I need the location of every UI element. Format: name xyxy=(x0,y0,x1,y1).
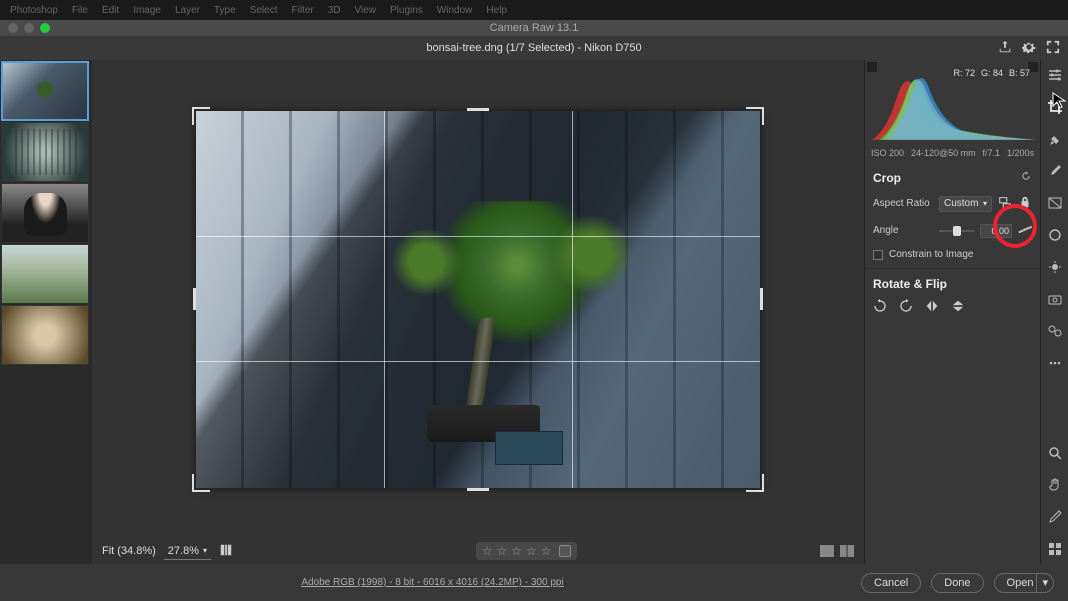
canvas-footer: Fit (34.8%) 27.8%▾ ☆ ☆ ☆ ☆ ☆ xyxy=(92,538,864,564)
flip-vertical-icon[interactable] xyxy=(951,299,965,318)
zoom-tool-icon[interactable] xyxy=(1046,444,1064,462)
color-label-picker[interactable] xyxy=(559,545,571,557)
histo-b: B: 57 xyxy=(1009,68,1030,78)
crop-handle-right[interactable] xyxy=(760,288,763,310)
exif-shutter: 1/200s xyxy=(1007,148,1034,158)
dialog-footer: Adobe RGB (1998) - 8 bit - 6016 x 4016 (… xyxy=(0,564,1068,601)
crop-handle-top[interactable] xyxy=(467,108,489,111)
exif-iso: ISO 200 xyxy=(871,148,904,158)
exif-bar: ISO 200 24-120@50 mm f/7.1 1/200s xyxy=(865,144,1040,162)
crop-handle-bottom[interactable] xyxy=(467,488,489,491)
canvas-view[interactable] xyxy=(92,60,864,538)
aspect-ratio-select[interactable]: Custom▾ xyxy=(939,196,992,212)
photo-preview xyxy=(196,111,760,488)
canvas-area: Fit (34.8%) 27.8%▾ ☆ ☆ ☆ ☆ ☆ xyxy=(92,60,864,564)
rotate-cw-icon[interactable] xyxy=(899,299,913,318)
angle-input[interactable] xyxy=(980,224,1012,238)
thumbnail-5[interactable] xyxy=(1,305,89,365)
rotateflip-title: Rotate & Flip xyxy=(873,277,947,291)
window-title-text: Camera Raw 13.1 xyxy=(490,22,579,34)
grid-toggle-icon[interactable] xyxy=(219,543,233,560)
lock-aspect-icon[interactable] xyxy=(1018,195,1032,212)
thumbnail-4[interactable] xyxy=(1,244,89,304)
fullscreen-window-button[interactable] xyxy=(40,23,50,33)
star-4[interactable]: ☆ xyxy=(526,544,537,558)
thumbnail-1[interactable] xyxy=(1,61,89,121)
document-bar: bonsai-tree.dng (1/7 Selected) - Nikon D… xyxy=(0,36,1068,60)
window-titlebar: Camera Raw 13.1 xyxy=(0,20,1068,36)
heal-tool-icon[interactable] xyxy=(1046,130,1064,148)
view-single-icon[interactable] xyxy=(820,545,834,557)
angle-label: Angle xyxy=(873,225,933,236)
zoom-dropdown[interactable]: 27.8%▾ xyxy=(164,543,211,560)
gradient-tool-icon[interactable] xyxy=(1046,194,1064,212)
reset-crop-icon[interactable] xyxy=(1020,170,1032,185)
sampler-tool-icon[interactable] xyxy=(1046,508,1064,526)
rating-bar[interactable]: ☆ ☆ ☆ ☆ ☆ xyxy=(476,542,578,560)
brush-tool-icon[interactable] xyxy=(1046,162,1064,180)
exif-aperture: f/7.1 xyxy=(983,148,1001,158)
rotate-ccw-icon[interactable] xyxy=(873,299,887,318)
doc-filename: bonsai-tree.dng (1/7 Selected) - Nikon D… xyxy=(426,42,641,54)
menu-app: Photoshop xyxy=(10,5,58,16)
close-window-button[interactable] xyxy=(8,23,18,33)
snapshot-tool-icon[interactable] xyxy=(1046,290,1064,308)
crop-handle-tl[interactable] xyxy=(192,107,210,125)
right-panel: R: 72 G: 84 B: 57 ISO 200 24-120@50 mm f… xyxy=(864,60,1040,564)
hand-tool-icon[interactable] xyxy=(1046,476,1064,494)
more-tool-icon[interactable] xyxy=(1046,354,1064,372)
constrain-label: Constrain to Image xyxy=(889,249,974,260)
shadow-clip-icon[interactable] xyxy=(867,62,877,72)
cancel-button[interactable]: Cancel xyxy=(861,573,921,593)
macos-menubar: Photoshop File Edit Image Layer Type Sel… xyxy=(0,0,1068,20)
gear-icon[interactable] xyxy=(1022,40,1036,57)
export-icon[interactable] xyxy=(998,40,1012,57)
histo-g: G: 84 xyxy=(981,68,1003,78)
radial-tool-icon[interactable] xyxy=(1046,226,1064,244)
crop-handle-tr[interactable] xyxy=(746,107,764,125)
crop-tool-icon[interactable] xyxy=(1046,98,1064,116)
fit-label[interactable]: Fit (34.8%) xyxy=(102,545,156,557)
filmstrip[interactable] xyxy=(0,60,92,564)
crop-handle-br[interactable] xyxy=(746,474,764,492)
crop-handle-left[interactable] xyxy=(193,288,196,310)
edit-tool-icon[interactable] xyxy=(1046,66,1064,84)
histo-r: R: 72 xyxy=(953,68,975,78)
file-metadata-link[interactable]: Adobe RGB (1998) - 8 bit - 6016 x 4016 (… xyxy=(301,577,563,588)
minimize-window-button[interactable] xyxy=(24,23,34,33)
aspect-ratio-label: Aspect Ratio xyxy=(873,198,933,209)
histogram[interactable]: R: 72 G: 84 B: 57 xyxy=(867,62,1038,142)
crop-panel-title: Crop xyxy=(873,171,901,185)
tool-rail xyxy=(1040,60,1068,564)
exif-lens: 24-120@50 mm xyxy=(911,148,976,158)
thumbnail-3[interactable] xyxy=(1,183,89,243)
preset-tool-icon[interactable] xyxy=(1046,322,1064,340)
swap-orientation-icon[interactable] xyxy=(998,195,1012,212)
fullscreen-icon[interactable] xyxy=(1046,40,1060,57)
star-3[interactable]: ☆ xyxy=(511,544,522,558)
done-button[interactable]: Done xyxy=(931,573,983,593)
angle-slider[interactable] xyxy=(939,230,974,232)
star-5[interactable]: ☆ xyxy=(541,544,552,558)
view-compare-icon[interactable] xyxy=(840,545,854,557)
crop-frame[interactable] xyxy=(196,111,760,488)
constrain-checkbox[interactable] xyxy=(873,250,883,260)
flip-horizontal-icon[interactable] xyxy=(925,299,939,318)
star-2[interactable]: ☆ xyxy=(496,544,507,558)
open-dropdown-button[interactable]: ▾ xyxy=(1036,573,1054,593)
thumbnail-2[interactable] xyxy=(1,122,89,182)
traffic-lights[interactable] xyxy=(8,23,50,33)
redeye-tool-icon[interactable] xyxy=(1046,258,1064,276)
grid-view-icon[interactable] xyxy=(1046,540,1064,558)
crop-handle-bl[interactable] xyxy=(192,474,210,492)
star-1[interactable]: ☆ xyxy=(482,544,493,558)
straighten-icon[interactable] xyxy=(1018,222,1032,239)
